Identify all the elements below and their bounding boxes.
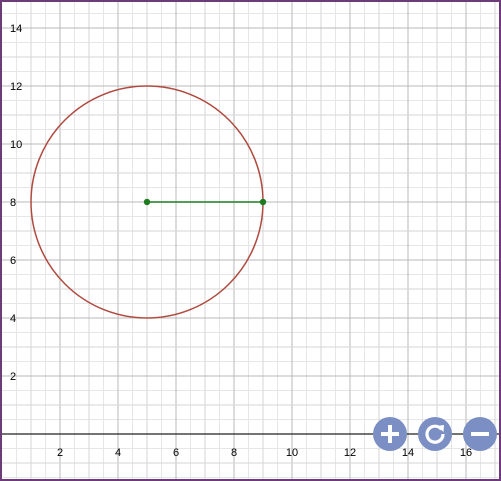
zoom-in-button[interactable] (373, 417, 407, 451)
zoom-out-button[interactable] (463, 417, 497, 451)
x-tick-label: 10 (286, 447, 298, 459)
minus-icon (471, 432, 489, 436)
center-point (143, 198, 151, 206)
graph-app: 2 4 6 8 10 12 14 16 2 4 6 8 10 12 14 (0, 0, 501, 481)
x-tick-label: 14 (402, 447, 414, 459)
edge-point (259, 198, 267, 206)
x-tick-label: 2 (57, 447, 63, 459)
reset-icon (425, 424, 445, 444)
y-tick-label: 4 (10, 313, 16, 325)
y-tick-label: 10 (10, 139, 22, 151)
x-tick-label: 6 (173, 447, 179, 459)
x-tick-label: 8 (231, 447, 237, 459)
y-tick-label: 2 (10, 371, 16, 383)
y-tick-label: 12 (10, 81, 22, 93)
plus-icon (381, 425, 399, 443)
y-tick-label: 6 (10, 255, 16, 267)
y-tick-label: 14 (10, 23, 22, 35)
graph-canvas[interactable]: 2 4 6 8 10 12 14 16 2 4 6 8 10 12 14 (2, 2, 499, 479)
x-tick-label: 12 (344, 447, 356, 459)
reset-view-button[interactable] (418, 417, 452, 451)
x-tick-label: 4 (115, 447, 121, 459)
y-tick-label: 8 (10, 197, 16, 209)
x-tick-label: 16 (460, 447, 472, 459)
